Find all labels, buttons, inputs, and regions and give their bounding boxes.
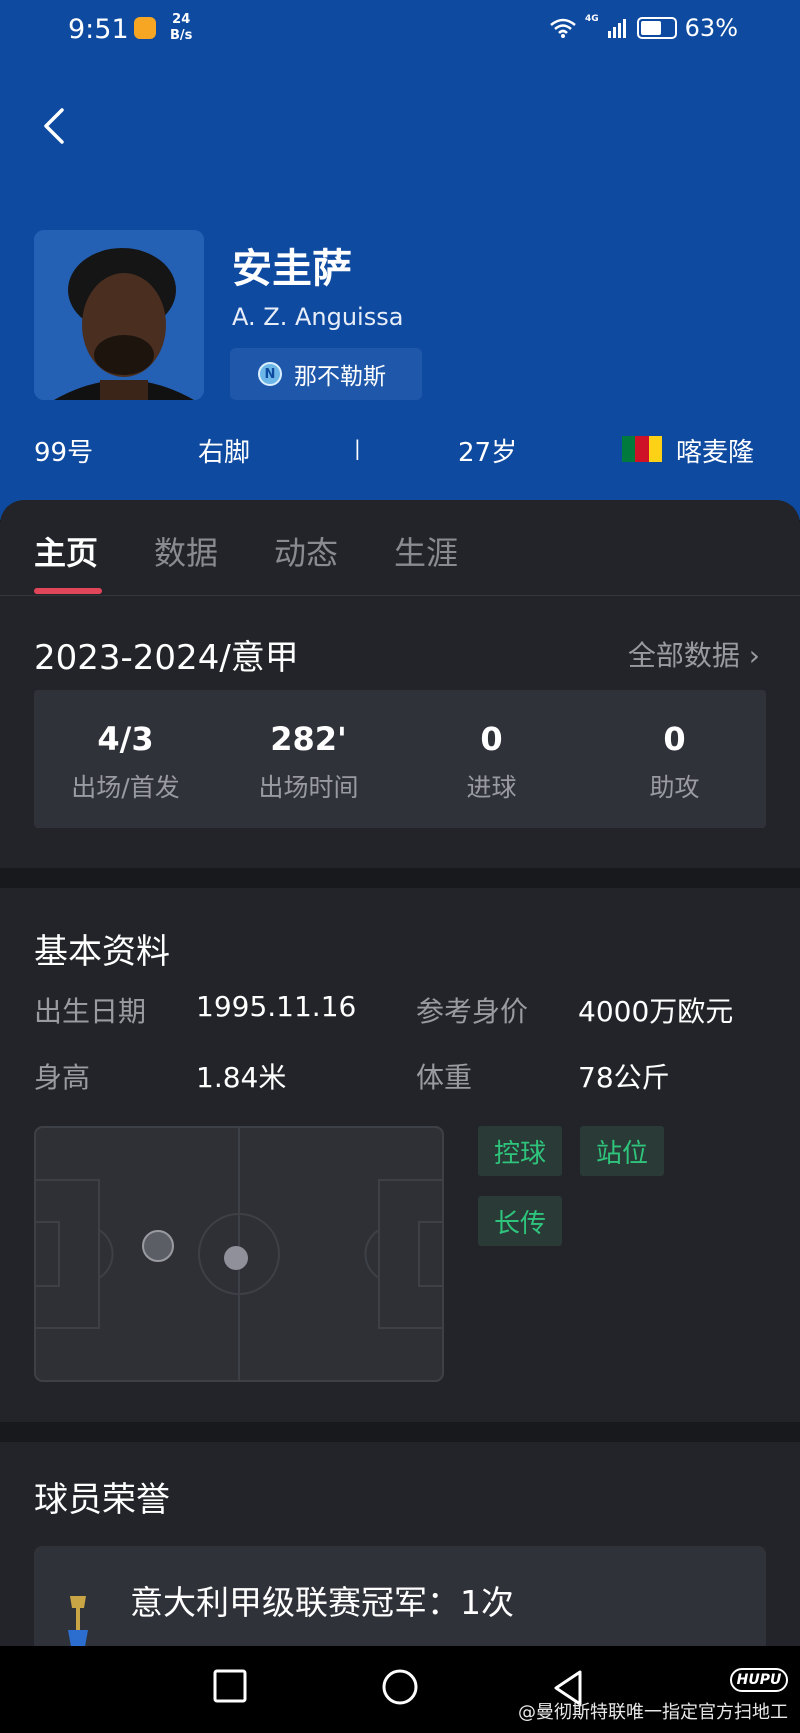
- section-divider: [0, 868, 800, 888]
- honors-title: 球员荣誉: [34, 1480, 170, 1520]
- market-value: 4000万欧元: [578, 995, 734, 1028]
- preferred-foot: 右脚: [198, 438, 251, 468]
- season-title: 2023-2024/意甲: [34, 638, 299, 678]
- player-header: 9:51 24 B/s 4G 63% 安圭萨 A. Z. Anguissa N …: [0, 0, 800, 520]
- tab-home[interactable]: 主页: [34, 528, 98, 574]
- pitch-diagram: [34, 1126, 444, 1382]
- stat-value: 0: [663, 720, 686, 758]
- team-name: 那不勒斯: [294, 364, 386, 390]
- birth-value: 1995.11.16: [196, 990, 357, 1023]
- team-logo-icon: N: [258, 362, 282, 386]
- stat-label: 助攻: [649, 773, 700, 802]
- stat-value: 282': [270, 720, 347, 758]
- cameroon-flag-icon: [622, 436, 662, 462]
- position-marker-secondary: [142, 1230, 174, 1262]
- home-button[interactable]: [380, 1668, 420, 1708]
- tab-bar: 主页 数据 动态 生涯: [0, 500, 800, 596]
- team-link[interactable]: N 那不勒斯: [230, 348, 422, 400]
- flag-stripe-3: [648, 436, 662, 462]
- stat-goals: 0 进球: [400, 720, 583, 804]
- stat-minutes: 282' 出场时间: [217, 720, 400, 804]
- flag-stripe-2: [635, 436, 649, 462]
- wifi-icon: [550, 18, 576, 38]
- tab-indicator: [34, 588, 102, 594]
- recent-apps-button[interactable]: [212, 1668, 248, 1704]
- tab-data[interactable]: 数据: [154, 528, 218, 574]
- status-icons: 4G 63%: [549, 14, 738, 42]
- signal-icon: [607, 19, 626, 38]
- position-marker-primary: [224, 1246, 248, 1270]
- position-tag-long-pass: 长传: [478, 1196, 563, 1246]
- player-avatar: [34, 230, 204, 400]
- network-speed: 24 B/s: [170, 12, 192, 44]
- height-label: 身高: [34, 1061, 91, 1094]
- stat-value: 0: [480, 720, 503, 758]
- content-sheet: 主页 数据 动态 生涯 2023-2024/意甲 全部数据 › 4/3 出场/首…: [0, 500, 800, 1668]
- height-value: 1.84米: [196, 1061, 287, 1094]
- weight-value: 78公斤: [578, 1061, 670, 1094]
- stat-appearances: 4/3 出场/首发: [34, 720, 217, 804]
- network-speed-unit: B/s: [170, 28, 193, 43]
- network-type-label: 4G: [585, 14, 599, 24]
- section-divider: [0, 1422, 800, 1442]
- stat-assists: 0 助攻: [583, 720, 766, 804]
- stat-value: 4/3: [97, 720, 154, 758]
- nationality: 喀麦隆: [676, 438, 755, 468]
- tab-career[interactable]: 生涯: [394, 528, 458, 574]
- player-age: 27岁: [458, 438, 518, 468]
- status-bar: 9:51 24 B/s 4G 63%: [0, 0, 800, 60]
- weight-label: 体重: [416, 1061, 473, 1094]
- stat-label: 出场时间: [258, 773, 359, 802]
- flag-stripe-1: [622, 436, 636, 462]
- notification-app-icon: [134, 17, 156, 39]
- all-data-link[interactable]: 全部数据 ›: [628, 634, 760, 674]
- battery-percent: 63%: [684, 14, 738, 42]
- position-pitch: [34, 1126, 444, 1382]
- player-photo: [34, 230, 204, 400]
- battery-icon: [636, 17, 677, 39]
- tab-activity[interactable]: 动态: [274, 528, 338, 574]
- position-tag-ball-control: 控球: [478, 1126, 563, 1176]
- position-tag-positioning: 站位: [580, 1126, 665, 1176]
- back-icon[interactable]: [36, 104, 76, 148]
- season-stats: 4/3 出场/首发 282' 出场时间 0 进球 0 助攻: [34, 690, 766, 828]
- hupu-logo: HUPU: [730, 1668, 788, 1692]
- basic-info-title: 基本资料: [34, 932, 170, 972]
- birth-label: 出生日期: [34, 995, 147, 1028]
- player-number: 99号: [34, 438, 94, 468]
- watermark-text: @曼彻斯特联唯一指定官方扫地工: [518, 1702, 788, 1723]
- stat-label: 进球: [466, 773, 517, 802]
- player-name: 安圭萨: [232, 246, 352, 292]
- network-speed-value: 24: [172, 12, 191, 27]
- clock: 9:51: [68, 14, 129, 45]
- player-english-name: A. Z. Anguissa: [232, 303, 404, 331]
- honor-title: 意大利甲级联赛冠军：1次: [130, 1583, 514, 1622]
- info-separator: |: [354, 436, 361, 460]
- market-value-label: 参考身价: [416, 995, 529, 1028]
- stat-label: 出场/首发: [71, 773, 180, 802]
- battery-fill: [640, 21, 661, 35]
